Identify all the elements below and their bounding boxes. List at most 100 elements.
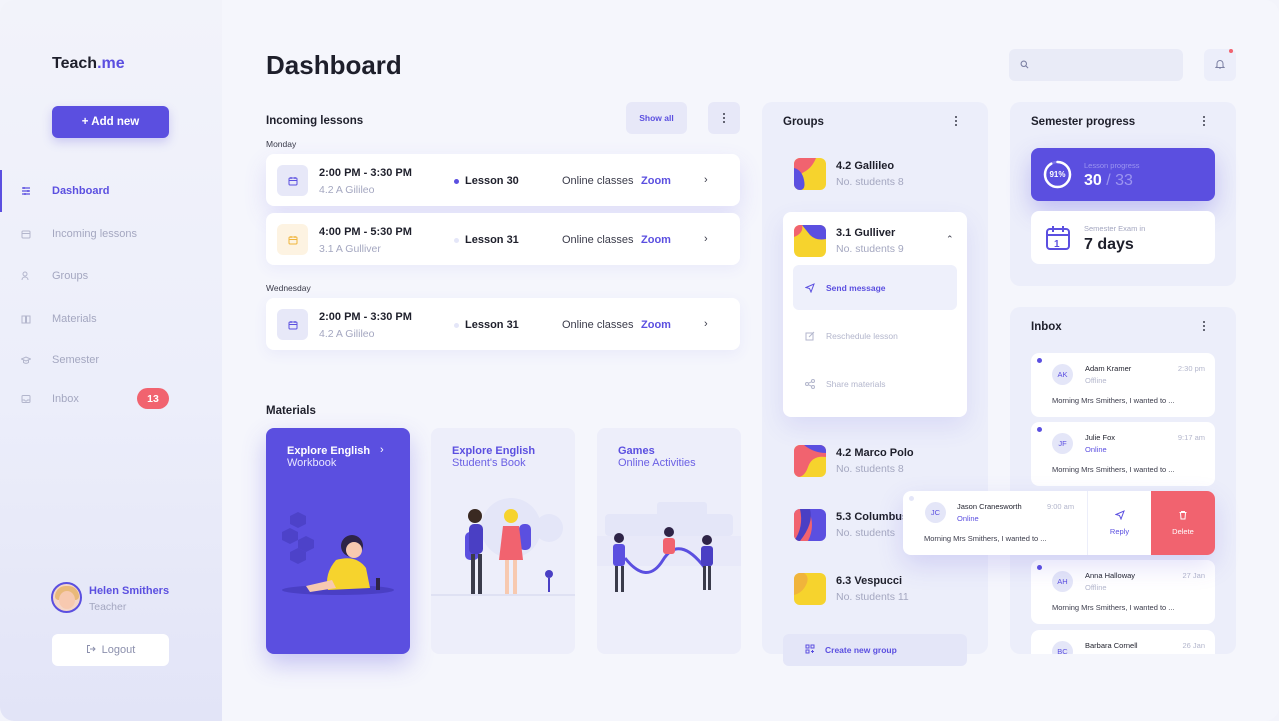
material-title: Explore English xyxy=(287,445,371,457)
book-icon xyxy=(21,314,31,324)
sender-status: Offline xyxy=(1085,376,1107,385)
inbox-title: Inbox xyxy=(1031,321,1062,333)
grid-plus-icon xyxy=(805,644,815,656)
chevron-right-icon[interactable]: › xyxy=(704,233,708,245)
lesson-type: Online classes xyxy=(562,319,634,331)
group-students: No. students 9 xyxy=(836,243,904,255)
chevron-right-icon[interactable]: › xyxy=(704,174,708,186)
chevron-up-icon[interactable]: ⌃ xyxy=(946,234,954,245)
material-title: Explore English xyxy=(452,445,536,457)
lesson-number: Lesson 30 xyxy=(465,175,519,187)
semester-title: Semester progress xyxy=(1031,116,1136,128)
material-card-students-book[interactable]: Explore English Student's Book xyxy=(431,428,575,654)
sidebar-item-label: Materials xyxy=(52,313,97,325)
delete-button[interactable]: Delete xyxy=(1151,491,1215,555)
material-card-games[interactable]: Games Online Activities xyxy=(597,428,741,654)
inbox-count-badge: 13 xyxy=(137,388,169,409)
sender-status: Online xyxy=(1085,445,1107,454)
notifications-button[interactable] xyxy=(1204,49,1236,81)
sidebar-item-dashboard[interactable]: Dashboard xyxy=(0,170,222,212)
group-name: 4.2 Marco Polo xyxy=(836,447,914,459)
lesson-type: Online classes xyxy=(562,175,634,187)
send-icon xyxy=(805,282,815,293)
inbox-message[interactable]: AH Anna Halloway Offline 27 Jan Morning … xyxy=(1031,560,1215,624)
lesson-time: 4:00 PM - 5:30 PM xyxy=(319,226,412,238)
app-window: Teach.me + Add new Dashboard Incoming le… xyxy=(0,0,1279,721)
zoom-link[interactable]: Zoom xyxy=(641,234,671,246)
group-students: No. students 11 xyxy=(836,591,909,603)
message-preview: Morning Mrs Smithers, I wanted to ... xyxy=(1052,603,1175,612)
group-item[interactable]: 4.2 Marco Polo No. students 8 xyxy=(783,432,967,492)
message-time: 2:30 pm xyxy=(1177,364,1205,373)
calendar-icon xyxy=(21,229,31,239)
sidebar-item-semester[interactable]: Semester xyxy=(0,345,222,375)
logout-button[interactable]: Logout xyxy=(52,634,169,666)
share-materials-action[interactable]: Share materials xyxy=(793,361,957,406)
unread-dot xyxy=(1037,358,1042,363)
lesson-number: Lesson 31 xyxy=(465,234,519,246)
lesson-progress-card[interactable]: 91% Lesson progress 30 / 33 xyxy=(1031,148,1215,201)
search-input[interactable] xyxy=(1035,59,1175,71)
zoom-link[interactable]: Zoom xyxy=(641,319,671,331)
sender-name: Adam Kramer xyxy=(1085,364,1132,373)
calendar-icon xyxy=(277,165,308,196)
group-item-expanded[interactable]: 3.1 Gulliver No. students 9 ⌃ Send messa… xyxy=(783,212,967,417)
groups-more-button[interactable] xyxy=(955,116,957,126)
semester-more-button[interactable] xyxy=(1203,116,1205,126)
lesson-time: 2:00 PM - 3:30 PM xyxy=(319,311,412,323)
sidebar-item-groups[interactable]: Groups xyxy=(0,261,222,291)
avatar xyxy=(51,582,82,613)
sidebar-item-materials[interactable]: Materials xyxy=(0,304,222,334)
share-icon xyxy=(805,378,815,389)
inbox-icon xyxy=(21,394,31,404)
material-card-workbook[interactable]: Explore English Workbook › xyxy=(266,428,410,654)
lesson-status-dot xyxy=(454,238,459,243)
more-vertical-icon xyxy=(723,113,725,123)
add-new-button[interactable]: + Add new xyxy=(52,106,169,138)
reschedule-lesson-action[interactable]: Reschedule lesson xyxy=(793,313,957,358)
sidebar-item-incoming-lessons[interactable]: Incoming lessons xyxy=(0,219,222,249)
inbox-more-button[interactable] xyxy=(1203,321,1205,331)
lesson-type: Online classes xyxy=(562,234,634,246)
group-item[interactable]: 4.2 Gallileo No. students 8 xyxy=(783,145,967,205)
zoom-link[interactable]: Zoom xyxy=(641,175,671,187)
lesson-card[interactable]: 2:00 PM - 3:30 PM 4.2 A Gilileo Lesson 3… xyxy=(266,154,740,206)
calendar-icon xyxy=(277,224,308,255)
users-icon xyxy=(21,271,31,281)
message-preview: Morning Mrs Smithers, I wanted to ... xyxy=(924,534,1047,543)
sliders-icon xyxy=(21,186,31,196)
unread-dot xyxy=(1037,565,1042,570)
inbox-message[interactable]: AK Adam Kramer Offline 2:30 pm Morning M… xyxy=(1031,353,1215,417)
lesson-card[interactable]: 4:00 PM - 5:30 PM 3.1 A Gulliver Lesson … xyxy=(266,213,740,265)
reply-button[interactable]: Reply xyxy=(1087,491,1151,555)
trash-icon xyxy=(1178,510,1188,522)
inbox-message-swiped[interactable]: JC Jason Cranesworth Online 9:00 am Morn… xyxy=(903,491,1215,555)
group-name: 5.3 Columbus xyxy=(836,511,909,523)
lesson-card[interactable]: 2:00 PM - 3:30 PM 4.2 A Gilileo Lesson 3… xyxy=(266,298,740,350)
search-icon xyxy=(1020,56,1029,74)
exam-label: Semester Exam in xyxy=(1084,224,1146,233)
create-new-group-button[interactable]: Create new group xyxy=(783,634,967,666)
group-item[interactable]: 6.3 Vespucci No. students 11 xyxy=(783,560,967,620)
progress-value: 30 / 33 xyxy=(1084,172,1133,189)
search-bar[interactable] xyxy=(1009,49,1183,81)
inbox-message-clipped[interactable]: BC Barbara Cornell 26 Jan xyxy=(1031,630,1215,654)
inbox-message[interactable]: BC Barbara Cornell 26 Jan xyxy=(1031,630,1215,654)
more-vertical-icon xyxy=(1203,116,1205,126)
chevron-right-icon[interactable]: › xyxy=(704,318,708,330)
unread-dot xyxy=(1037,427,1042,432)
inbox-message[interactable]: JF Julie Fox Online 9:17 am Morning Mrs … xyxy=(1031,422,1215,486)
group-avatar xyxy=(794,509,826,541)
sidebar-item-inbox[interactable]: Inbox 13 xyxy=(0,384,222,414)
sidebar-item-label: Semester xyxy=(52,354,100,366)
semester-exam-card[interactable]: 1 Semester Exam in 7 days xyxy=(1031,211,1215,264)
sidebar-item-label: Groups xyxy=(52,270,89,282)
lessons-more-button[interactable] xyxy=(708,102,740,134)
progress-percent: 91% xyxy=(1049,170,1066,179)
send-message-action[interactable]: Send message xyxy=(793,265,957,310)
progress-label: Lesson progress xyxy=(1084,161,1140,170)
show-all-button[interactable]: Show all xyxy=(626,102,687,134)
sender-name: Anna Halloway xyxy=(1085,571,1136,580)
lesson-time: 2:00 PM - 3:30 PM xyxy=(319,167,412,179)
day-label: Wednesday xyxy=(266,283,311,293)
